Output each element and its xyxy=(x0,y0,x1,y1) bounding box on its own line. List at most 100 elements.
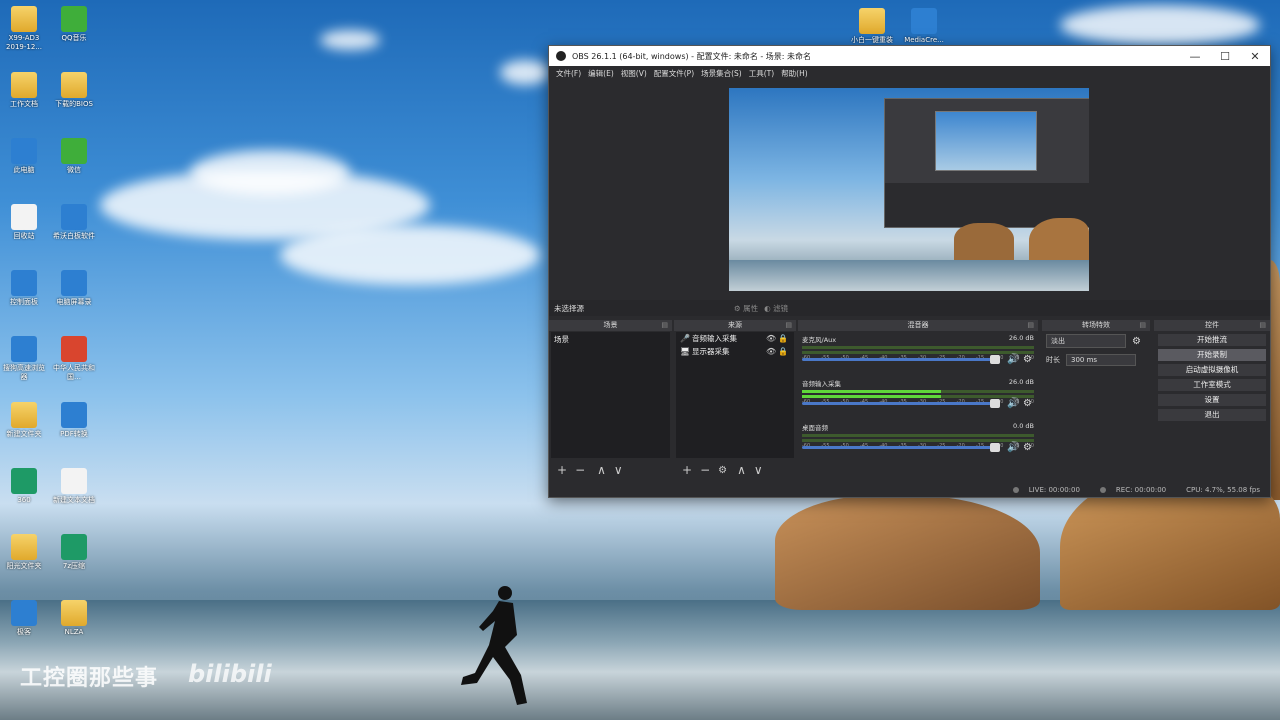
speaker-icon[interactable]: 🔊 xyxy=(1007,398,1019,409)
channel-gear-icon[interactable]: ⚙ xyxy=(1023,398,1032,409)
dock-pin-icon[interactable]: ▤ xyxy=(1027,320,1034,331)
move-up-icon[interactable]: ∧ xyxy=(597,463,606,477)
scene-item[interactable]: 场景 xyxy=(551,332,670,347)
no-source-selected-label: 未选择源 xyxy=(554,303,584,313)
desktop-icon[interactable]: 7z压缩 xyxy=(50,534,98,571)
start-streaming-button[interactable]: 开始推流 xyxy=(1158,334,1266,346)
menu-help[interactable]: 帮助(H) xyxy=(781,68,808,79)
exit-button[interactable]: 退出 xyxy=(1158,409,1266,421)
preview-rock xyxy=(954,223,1014,263)
channel-icons: 🔊 ⚙ xyxy=(1007,398,1032,409)
desktop-icon[interactable]: 工作文档 xyxy=(0,72,48,109)
volume-slider-knob[interactable] xyxy=(990,355,1000,364)
controls-dock-header: 控件 ▤ xyxy=(1154,320,1270,331)
desktop-icon[interactable]: MediaCre... xyxy=(900,8,948,45)
volume-slider[interactable] xyxy=(802,443,1000,452)
desktop-icon[interactable]: NLZA xyxy=(50,600,98,637)
minimize-button[interactable]: — xyxy=(1180,50,1210,63)
desktop-icon[interactable]: 希沃白板软件 xyxy=(50,204,98,241)
close-button[interactable]: ✕ xyxy=(1240,50,1270,63)
docks-area: 场景 ▤ 场景 + − ∧ ∨ 来源 ▤ 🎤 音频输入采集 👁 🔒 🖥 显示器采… xyxy=(549,320,1270,482)
volume-slider[interactable] xyxy=(802,399,1000,408)
properties-button[interactable]: ⚙ 属性 xyxy=(734,303,758,314)
desktop-icon[interactable]: 搜狗高速浏览器 xyxy=(0,336,48,382)
transition-select[interactable]: 淡出 xyxy=(1046,334,1126,348)
desktop-icon[interactable]: 360 xyxy=(0,468,48,505)
desktop-icon[interactable]: 中华人民共和国… xyxy=(50,336,98,382)
start-virtual-camera-button[interactable]: 启动虚拟摄像机 xyxy=(1158,364,1266,376)
source-item[interactable]: 🖥 显示器采集 👁 🔒 xyxy=(676,345,794,358)
eye-icon[interactable]: 👁 xyxy=(766,347,778,356)
desktop-icon-label: PDF转换 xyxy=(60,430,88,438)
desktop-icon[interactable]: X99-AD3 2019-12... xyxy=(0,6,48,52)
rec-time: REC: 00:00:00 xyxy=(1115,486,1167,494)
dock-pin-icon[interactable]: ▤ xyxy=(785,320,792,331)
cloud xyxy=(500,60,550,85)
speaker-icon[interactable]: 🔊 xyxy=(1007,442,1019,453)
remove-scene-icon[interactable]: − xyxy=(575,463,585,477)
desktop-icon[interactable]: PDF转换 xyxy=(50,402,98,439)
menu-scene-collection[interactable]: 场景集合(S) xyxy=(701,68,742,79)
obs-logo-icon xyxy=(556,51,566,61)
source-settings-icon[interactable]: ⚙ xyxy=(718,465,727,476)
add-scene-icon[interactable]: + xyxy=(557,463,567,477)
menu-bar: 文件(F) 编辑(E) 视图(V) 配置文件(P) 场景集合(S) 工具(T) … xyxy=(549,66,1270,80)
volume-slider-knob[interactable] xyxy=(990,399,1000,408)
volume-slider-knob[interactable] xyxy=(990,443,1000,452)
desktop-icon-label: 微信 xyxy=(67,166,81,174)
preview-canvas[interactable] xyxy=(729,88,1089,291)
desktop-icon[interactable]: QQ音乐 xyxy=(50,6,98,43)
desktop-icon[interactable]: 阳光文件夹 xyxy=(0,534,48,571)
desktop-icon[interactable]: 电脑屏幕录 xyxy=(50,270,98,307)
channel-gear-icon[interactable]: ⚙ xyxy=(1023,442,1032,453)
studio-mode-button[interactable]: 工作室模式 xyxy=(1158,379,1266,391)
volume-meter xyxy=(802,351,1034,354)
transition-gear-icon[interactable]: ⚙ xyxy=(1132,336,1141,347)
volume-slider[interactable] xyxy=(802,355,1000,364)
desktop-icon-label: 电脑屏幕录 xyxy=(56,298,92,306)
settings-button[interactable]: 设置 xyxy=(1158,394,1266,406)
desktop-icon[interactable]: 极客 xyxy=(0,600,48,637)
menu-profile[interactable]: 配置文件(P) xyxy=(654,68,694,79)
source-item[interactable]: 🎤 音频输入采集 👁 🔒 xyxy=(676,332,794,345)
dock-pin-icon[interactable]: ▤ xyxy=(1139,320,1146,331)
start-recording-button[interactable]: 开始录制 xyxy=(1158,349,1266,361)
move-down-icon[interactable]: ∨ xyxy=(754,463,763,477)
filters-button[interactable]: ◐ 滤镜 xyxy=(764,303,788,314)
move-up-icon[interactable]: ∧ xyxy=(737,463,746,477)
speaker-icon[interactable]: 🔊 xyxy=(1007,354,1019,365)
dock-pin-icon[interactable]: ▤ xyxy=(1259,320,1266,331)
duration-input[interactable]: 300 ms xyxy=(1066,354,1136,366)
desktop-icon[interactable]: 下载的BIOS xyxy=(50,72,98,109)
channel-db: 0.0 dB xyxy=(1013,422,1034,430)
channel-gear-icon[interactable]: ⚙ xyxy=(1023,354,1032,365)
desktop-icon[interactable]: 控制面板 xyxy=(0,270,48,307)
menu-view[interactable]: 视图(V) xyxy=(621,68,647,79)
desktop-icon[interactable]: 此电脑 xyxy=(0,138,48,175)
preview-rock xyxy=(1029,218,1089,263)
lock-icon[interactable]: 🔒 xyxy=(778,334,790,343)
app-icon xyxy=(11,468,37,494)
dock-pin-icon[interactable]: ▤ xyxy=(661,320,668,331)
channel-name: 音频输入采集 xyxy=(802,380,841,388)
desktop-icon[interactable]: 回收站 xyxy=(0,204,48,241)
desktop-icon[interactable]: 微信 xyxy=(50,138,98,175)
menu-file[interactable]: 文件(F) xyxy=(556,68,581,79)
desktop-icon[interactable]: 新建文本文档 xyxy=(50,468,98,505)
desktop-icon-label: 回收站 xyxy=(13,232,35,240)
rec-indicator-icon xyxy=(1099,487,1106,493)
add-source-icon[interactable]: + xyxy=(682,463,692,477)
lock-icon[interactable]: 🔒 xyxy=(778,347,790,356)
maximize-button[interactable]: ☐ xyxy=(1210,50,1240,63)
cpu-status: CPU: 4.7%, 55.08 fps xyxy=(1186,486,1260,494)
remove-source-icon[interactable]: − xyxy=(700,463,710,477)
desktop-icon[interactable]: 新建文件夹 xyxy=(0,402,48,439)
scenes-title: 场景 xyxy=(603,321,618,329)
menu-tools[interactable]: 工具(T) xyxy=(749,68,774,79)
move-down-icon[interactable]: ∨ xyxy=(614,463,623,477)
app-icon xyxy=(61,468,87,494)
desktop-icon-label: 控制面板 xyxy=(10,298,38,306)
eye-icon[interactable]: 👁 xyxy=(766,334,778,343)
menu-edit[interactable]: 编辑(E) xyxy=(588,68,614,79)
mixer-dock: 混音器 ▤ 麦克风/Aux26.0 dB-60-55-50-45-40-35-3… xyxy=(798,320,1038,480)
